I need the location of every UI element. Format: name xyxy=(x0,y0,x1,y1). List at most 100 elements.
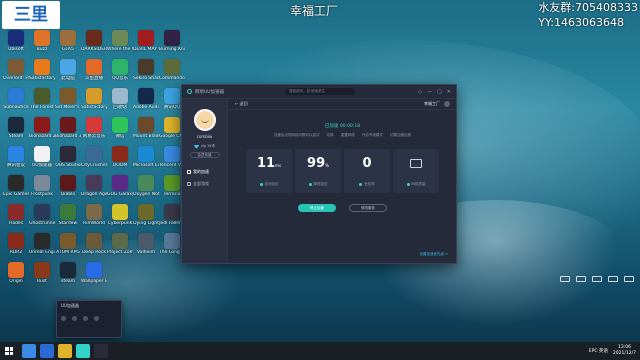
desktop-icon[interactable]: Diablo xyxy=(55,175,81,197)
desktop-icon[interactable]: Valheim xyxy=(133,233,159,255)
skin-icon[interactable]: ◇ xyxy=(418,89,422,95)
desktop-icon[interactable]: Deep Rock xyxy=(81,233,107,255)
avatar[interactable] xyxy=(193,109,216,131)
priority-settings-link[interactable]: 设置加速优先级 > xyxy=(419,252,448,257)
desktop-icon[interactable]: Burning Knight xyxy=(159,30,185,52)
sidebar-item-my-boost[interactable]: 我的加速 xyxy=(182,166,227,178)
desktop-icon[interactable]: 微信 xyxy=(107,117,133,139)
desktop-icon[interactable]: DOOM xyxy=(107,146,133,168)
desktop-icon[interactable]: RDR2 xyxy=(3,233,29,255)
desktop-icon[interactable]: Oxygen Not.. xyxy=(133,175,159,197)
explorer-taskbar-icon[interactable] xyxy=(58,344,72,358)
tray-box-icon[interactable] xyxy=(592,276,602,282)
desktop-icon[interactable]: 此电脑 xyxy=(55,59,81,81)
desktop-icon[interactable]: steam xyxy=(55,262,81,284)
app-icon xyxy=(112,175,128,191)
desktop-icon[interactable]: Wallpaper Engine xyxy=(81,262,107,284)
desktop-icon[interactable]: Epic Games xyxy=(3,175,29,197)
start-button[interactable] xyxy=(0,342,18,360)
desktop-icon[interactable]: Biohazard 3 xyxy=(55,117,81,139)
desktop-icon[interactable]: Dying Light xyxy=(133,204,159,226)
back-button[interactable]: ← 返回 xyxy=(235,101,248,107)
switch-link[interactable]: 切换 xyxy=(327,133,334,137)
desktop-icon[interactable]: Steam xyxy=(3,117,29,139)
uu-taskbar-preview[interactable]: UU加速器 xyxy=(56,300,122,338)
desktop-icon[interactable]: Hades xyxy=(3,204,29,226)
tray-box-icon[interactable] xyxy=(576,276,586,282)
desktop-icon[interactable]: GTA5 xyxy=(55,30,81,52)
clock[interactable]: 13:06 2021/12/7 xyxy=(613,345,636,357)
switch-region-link[interactable]: 切换加速区服 xyxy=(390,133,411,137)
desktop-icon[interactable]: GOG Galaxy xyxy=(107,175,133,197)
thumb-dot xyxy=(94,316,99,321)
minimize-button[interactable]: — xyxy=(427,89,432,95)
desktop-icon[interactable]: Subnautica xyxy=(3,88,29,110)
desktop-icon[interactable]: Sekiro Shadows.. xyxy=(133,59,159,81)
stop-boost-button[interactable]: 停止加速 xyxy=(298,204,336,212)
desktop-icon[interactable]: Origin xyxy=(3,262,29,284)
dedicated-line-link[interactable]: 开启专线模式 xyxy=(362,133,383,137)
desktop-icon[interactable]: The Forest xyxy=(29,88,55,110)
desktop-icon[interactable]: Biohazard 2 xyxy=(29,117,55,139)
desktop-icon[interactable]: Satisfactory xyxy=(29,59,55,81)
desktop-icon[interactable]: Sid Meier's Civilization xyxy=(55,88,81,110)
language-indicator[interactable]: EPC 英语 xyxy=(589,348,608,354)
desktop-icon[interactable]: Rust xyxy=(29,262,55,284)
edge-taskbar-icon[interactable] xyxy=(40,344,54,358)
desktop-icon[interactable]: Buzz xyxy=(29,30,55,52)
desktop-icon-label: steam xyxy=(60,279,76,284)
desktop-icon[interactable]: UU加速器 xyxy=(29,146,55,168)
app-icon xyxy=(86,88,102,104)
sidebar-item-label: 我的加速 xyxy=(193,169,209,174)
window-titlebar[interactable]: 网易UU加速器 搜索游戏，如:绝地求生 ◇ — □ ✕ xyxy=(182,85,456,99)
desktop-icon[interactable]: ATOM RPG xyxy=(55,233,81,255)
search-taskbar-icon[interactable] xyxy=(22,344,36,358)
obs-taskbar-icon[interactable] xyxy=(94,344,108,358)
tray-box-icon[interactable] xyxy=(608,276,618,282)
desktop-icon[interactable]: QQ音乐 xyxy=(107,59,133,81)
desktop-icon-label: Wallpaper Engine xyxy=(81,279,107,284)
desktop-icon[interactable]: Overlord: Humanity xyxy=(3,59,29,81)
desktop-icon[interactable]: Mount Blade xyxy=(133,117,159,139)
desktop-icon[interactable]: Adobe Audition xyxy=(133,88,159,110)
app-icon xyxy=(34,117,50,133)
app-icon xyxy=(34,59,50,75)
reset-network-link[interactable]: 重置网络 xyxy=(341,133,355,137)
desktop-icon[interactable]: Ubisoft xyxy=(3,30,29,52)
stat-dot-icon xyxy=(308,182,312,186)
uu-taskbar-icon[interactable] xyxy=(76,344,90,358)
desktop-icon[interactable]: DARKSIDERS xyxy=(81,30,107,52)
desktop-icon[interactable]: Ghostrunner xyxy=(29,204,55,226)
modify-service-button[interactable]: 修改服务 xyxy=(349,204,387,212)
desktop-icon[interactable]: Where the Water Ta.. xyxy=(107,30,133,52)
desktop-icon[interactable]: Cyberpunk xyxy=(107,204,133,226)
desktop-icon[interactable]: Frostpunk xyxy=(29,175,55,197)
stat-label: 网络质量 xyxy=(393,182,439,187)
tray-box-icon[interactable] xyxy=(624,276,634,282)
desktop-icon[interactable]: Project Zomboid xyxy=(107,233,133,255)
tray-box-icon[interactable] xyxy=(560,276,570,282)
desktop-icon[interactable]: Unreal Engine xyxy=(29,233,55,255)
desktop-icon-label: UU加速器 xyxy=(31,163,53,168)
desktop-icon[interactable]: Commandos Behind Ene.. xyxy=(159,59,185,81)
desktop-icon[interactable]: Microsoft Edge xyxy=(133,146,159,168)
desktop-icon[interactable]: Stardew xyxy=(55,204,81,226)
desktop-icon[interactable]: Satisfactory Mod xyxy=(81,88,107,110)
username: combiw xyxy=(196,134,213,139)
desktop-icon[interactable]: CityCrusher xyxy=(81,146,107,168)
desktop-icon[interactable]: RimWorld xyxy=(81,204,107,226)
desktop-icon-label: Project Zomboid xyxy=(107,250,133,255)
desktop-icon[interactable]: 腾讯会议 xyxy=(3,146,29,168)
desktop-icon[interactable]: 网易云音乐 xyxy=(81,117,107,139)
stat-dot-icon xyxy=(406,182,410,186)
desktop-icon[interactable]: 斗鱼直播 xyxy=(81,59,107,81)
app-icon xyxy=(60,59,76,75)
sidebar-item-all-games[interactable]: 全部游戏 xyxy=(182,178,227,190)
maximize-button[interactable]: □ xyxy=(437,89,442,95)
desktop-icon[interactable]: DEVIL MAY CRY 5 xyxy=(133,30,159,52)
desktop-icon[interactable]: OBS Studio xyxy=(55,146,81,168)
game-search-input[interactable]: 搜索游戏，如:绝地求生 xyxy=(285,88,355,95)
close-button[interactable]: ✕ xyxy=(447,89,451,95)
desktop-icon[interactable]: 回收站 xyxy=(107,88,133,110)
desktop-icon[interactable]: Dragon Age xyxy=(81,175,107,197)
